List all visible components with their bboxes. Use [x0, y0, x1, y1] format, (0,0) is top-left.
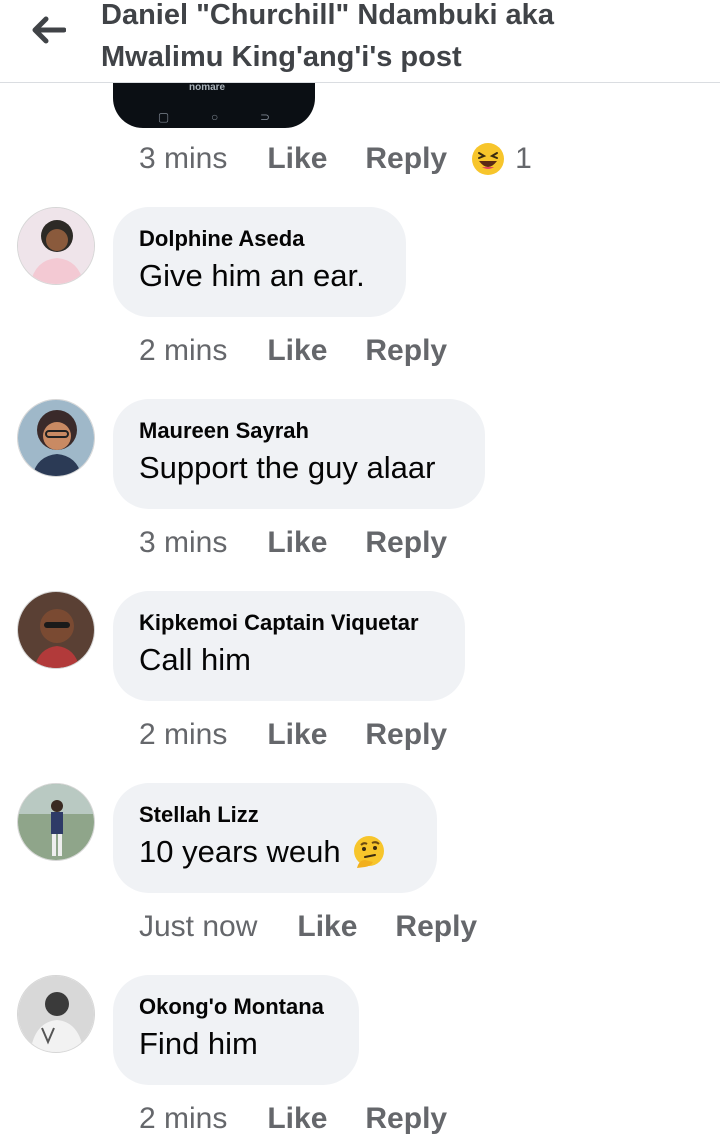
commenter-name[interactable]: Dolphine Aseda [139, 227, 380, 251]
page-title: Daniel "Churchill" Ndambuki aka Mwalimu … [101, 0, 701, 78]
comment-text: Support the guy alaar [139, 449, 459, 487]
comment-text: 10 years weuh [139, 833, 411, 871]
comment-bubble: Maureen Sayrah Support the guy alaar [113, 399, 485, 509]
reply-button[interactable]: Reply [365, 718, 447, 752]
like-button[interactable]: Like [297, 910, 357, 944]
arrow-left-icon [32, 16, 66, 44]
comment-bubble: Okong'o Montana Find him [113, 975, 359, 1085]
comment-text-content: Give him an ear. [139, 258, 365, 293]
avatar-dolphine-aseda[interactable] [17, 207, 95, 285]
person-avatar-icon [18, 208, 94, 284]
commenter-name[interactable]: Maureen Sayrah [139, 419, 459, 443]
person-avatar-icon [18, 784, 94, 860]
commenter-name[interactable]: Okong'o Montana [139, 995, 333, 1019]
square-icon: ▢ [157, 110, 170, 124]
person-avatar-icon [18, 592, 94, 668]
thinking-face-icon [351, 834, 387, 870]
comment-actions: 3 mins Like Reply [139, 526, 447, 560]
like-button[interactable]: Like [267, 526, 327, 560]
media-caption: nomare [189, 82, 226, 93]
comment-actions: 2 mins Like Reply [139, 718, 447, 752]
comment-text: Give him an ear. [139, 257, 380, 295]
back-arrow-icon: ⊃ [260, 110, 271, 124]
avatar-kipkemoi-captain-viquetar[interactable] [17, 591, 95, 669]
phone-nav-bar: ▢ ○ ⊃ [113, 110, 315, 124]
like-button[interactable]: Like [267, 142, 327, 176]
avatar-maureen-sayrah[interactable] [17, 399, 95, 477]
comment-text-content: Call him [139, 642, 251, 677]
comment-time: Just now [139, 910, 258, 943]
comment-bubble: Stellah Lizz 10 years weuh [113, 783, 437, 893]
comment-time: 2 mins [139, 718, 228, 751]
reply-button[interactable]: Reply [365, 526, 447, 560]
page-title-line-2: Mwalimu King'ang'i's post [101, 41, 462, 73]
comment-actions: 2 mins Like Reply [139, 1102, 447, 1136]
comment-text-content: Find him [139, 1026, 258, 1061]
post-header: Daniel "Churchill" Ndambuki aka Mwalimu … [0, 0, 720, 83]
comment-actions: 3 mins Like Reply 1 [139, 142, 532, 176]
comment-bubble: Kipkemoi Captain Viquetar Call him [113, 591, 465, 701]
commenter-name[interactable]: Stellah Lizz [139, 803, 411, 827]
page-title-line-1: Daniel "Churchill" Ndambuki aka [101, 0, 554, 31]
commenter-name[interactable]: Kipkemoi Captain Viquetar [139, 611, 439, 635]
like-button[interactable]: Like [267, 1102, 327, 1136]
reaction-count: 1 [515, 142, 532, 175]
comment-time: 3 mins [139, 142, 228, 175]
person-avatar-icon [18, 976, 94, 1052]
like-button[interactable]: Like [267, 334, 327, 368]
comment-actions: Just now Like Reply [139, 910, 477, 944]
comment-time: 2 mins [139, 1102, 228, 1135]
avatar-okongo-montana[interactable] [17, 975, 95, 1053]
comment-text: Find him [139, 1025, 333, 1063]
reply-button[interactable]: Reply [365, 142, 447, 176]
reply-button[interactable]: Reply [365, 334, 447, 368]
comment-bubble: Dolphine Aseda Give him an ear. [113, 207, 406, 317]
circle-icon: ○ [211, 110, 219, 124]
comment-text: Call him [139, 641, 439, 679]
avatar-stellah-lizz[interactable] [17, 783, 95, 861]
haha-reaction-icon [472, 143, 505, 175]
person-avatar-icon [18, 400, 94, 476]
like-button[interactable]: Like [267, 718, 327, 752]
comment-time: 2 mins [139, 334, 228, 367]
comment-text-content: Support the guy alaar [139, 450, 436, 485]
back-button[interactable] [26, 10, 70, 50]
reaction-summary[interactable]: 1 [471, 142, 532, 176]
comment-text-content: 10 years weuh [139, 834, 341, 869]
comment-actions: 2 mins Like Reply [139, 334, 447, 368]
reply-button[interactable]: Reply [365, 1102, 447, 1136]
comment-time: 3 mins [139, 526, 228, 559]
reply-button[interactable]: Reply [395, 910, 477, 944]
